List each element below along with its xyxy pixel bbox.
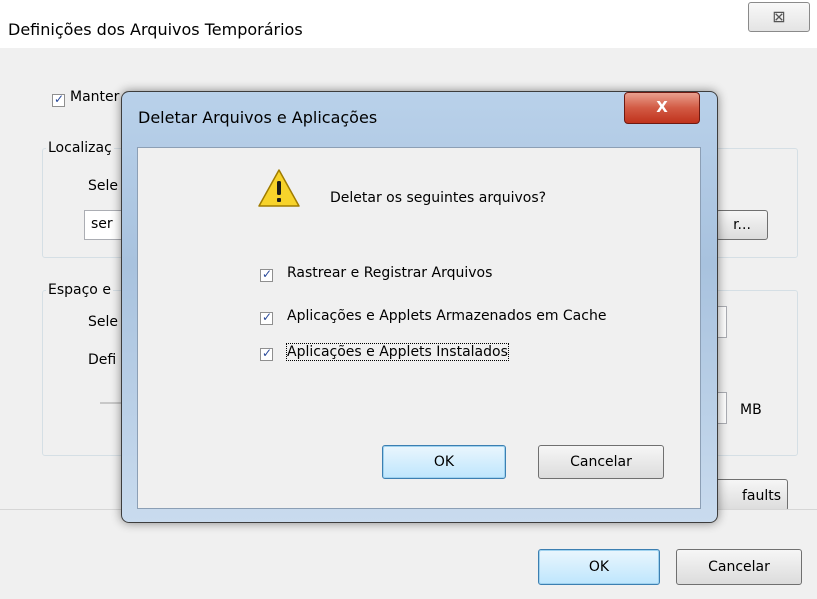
outer-cancel-button[interactable]: Cancelar	[676, 549, 802, 585]
change-location-button[interactable]: r...	[716, 210, 768, 240]
outer-ok-button[interactable]: OK	[538, 549, 660, 585]
compression-select-label: Sele	[88, 314, 119, 330]
option-label-trace-log: Rastrear e Registrar Arquivos	[287, 265, 493, 281]
close-icon: X	[656, 98, 668, 116]
option-checkbox-cached-apps[interactable]	[260, 310, 273, 325]
delete-dialog-ok-button[interactable]: OK	[382, 445, 506, 479]
location-group-label: Localizaç	[46, 140, 114, 156]
option-checkbox-trace-log[interactable]	[260, 267, 273, 282]
keep-files-label: Manter	[70, 89, 120, 105]
delete-dialog-close-button[interactable]: X	[624, 92, 700, 124]
outer-ok-label: OK	[588, 559, 610, 575]
option-label-cached-apps: Aplicações e Applets Armazenados em Cach…	[287, 308, 607, 324]
outer-cancel-label: Cancelar	[708, 559, 770, 575]
disk-space-group-label: Espaço e	[46, 282, 113, 298]
change-location-label: r...	[733, 217, 751, 233]
outer-window-title: Definições dos Arquivos Temporários	[8, 20, 303, 39]
outer-close-button[interactable]: ⊠	[748, 2, 810, 32]
warning-icon	[257, 168, 301, 208]
location-path-value: ser	[91, 216, 113, 232]
restore-defaults-label: faults	[741, 488, 781, 504]
delete-dialog-message: Deletar os seguintes arquivos?	[330, 190, 547, 206]
option-label-installed-apps: Aplicações e Applets Instalados	[286, 343, 509, 361]
keep-files-checkbox[interactable]	[52, 92, 65, 107]
disk-space-define-label: Defi	[88, 352, 117, 368]
location-select-label: Sele	[88, 178, 119, 194]
disk-slider-track[interactable]	[100, 402, 122, 404]
delete-dialog-cancel-button[interactable]: Cancelar	[538, 445, 664, 479]
option-checkbox-installed-apps[interactable]	[260, 346, 273, 361]
delete-dialog-ok-label: OK	[433, 454, 455, 470]
disk-space-unit: MB	[740, 402, 762, 418]
delete-dialog-title: Deletar Arquivos e Aplicações	[138, 108, 378, 127]
delete-dialog-cancel-label: Cancelar	[570, 454, 632, 470]
close-icon: ⊠	[772, 7, 786, 26]
